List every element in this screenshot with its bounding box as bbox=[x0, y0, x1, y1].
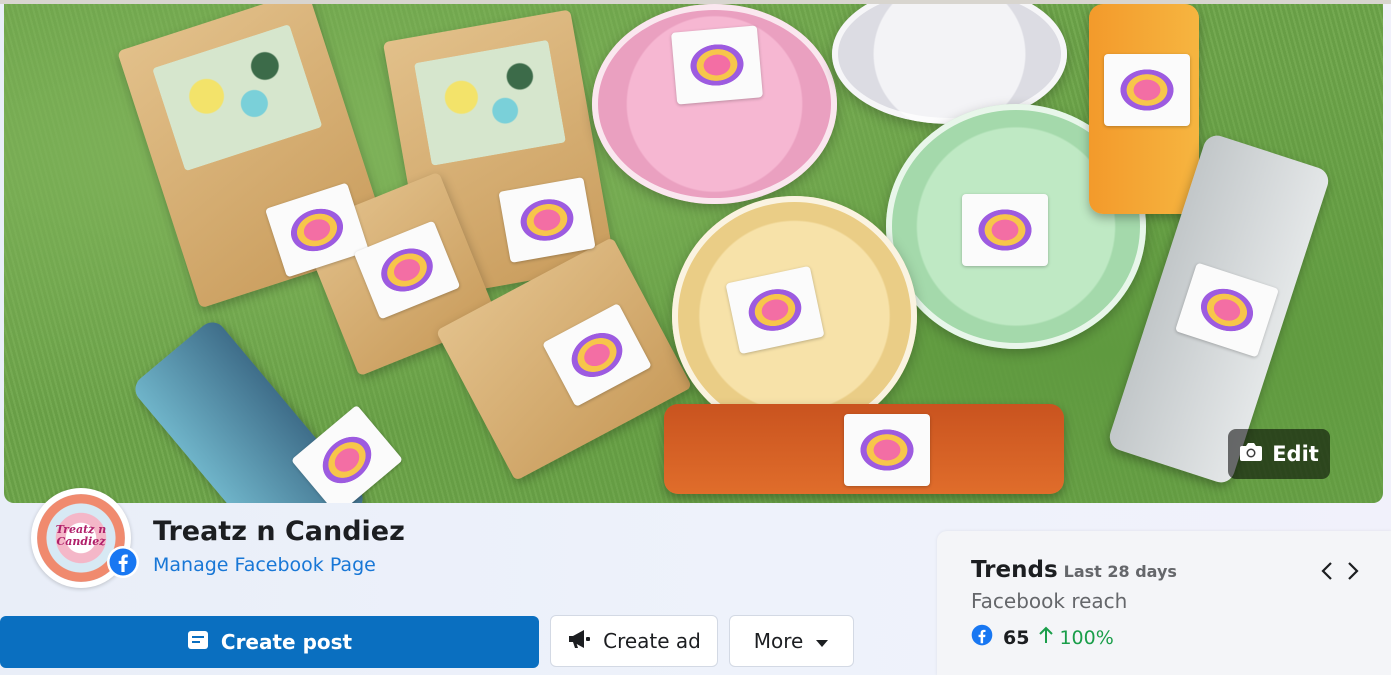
candy-label bbox=[671, 25, 763, 105]
chevron-left-icon[interactable] bbox=[1315, 559, 1339, 583]
caret-down-icon bbox=[815, 629, 829, 653]
facebook-icon bbox=[971, 624, 993, 651]
page-title: Treatz n Candiez bbox=[153, 516, 405, 547]
profile-avatar[interactable]: Treatz n Candiez bbox=[31, 488, 139, 588]
more-dropdown-button[interactable]: More bbox=[729, 615, 854, 667]
edit-cover-button[interactable]: Edit bbox=[1228, 429, 1330, 479]
create-post-label: Create post bbox=[220, 630, 353, 654]
camera-icon bbox=[1239, 441, 1263, 468]
trends-period: Last 28 days bbox=[1063, 562, 1177, 581]
candy-label bbox=[962, 194, 1048, 266]
megaphone-icon bbox=[567, 629, 591, 654]
more-label: More bbox=[753, 629, 804, 653]
trends-stat: 65 100% bbox=[971, 624, 1114, 651]
candy-label bbox=[1104, 54, 1190, 126]
candy-label bbox=[844, 414, 930, 486]
trends-title: Trends bbox=[971, 557, 1058, 583]
trends-heading: Trends Last 28 days bbox=[971, 557, 1177, 583]
create-ad-button[interactable]: Create ad bbox=[550, 615, 718, 667]
create-ad-label: Create ad bbox=[603, 629, 701, 653]
reach-change-value: 100% bbox=[1059, 626, 1114, 649]
create-post-button[interactable]: Create post bbox=[0, 616, 539, 668]
chevron-right-icon[interactable] bbox=[1341, 559, 1365, 583]
post-icon bbox=[187, 630, 209, 655]
avatar-logo-text: Treatz n Candiez bbox=[55, 523, 107, 548]
arrow-up-icon bbox=[1039, 626, 1054, 649]
cover-photo[interactable] bbox=[4, 4, 1383, 503]
reach-value: 65 bbox=[1003, 626, 1030, 649]
trends-metric-label: Facebook reach bbox=[971, 589, 1128, 613]
trends-card: Trends Last 28 days Facebook reach 65 100… bbox=[937, 531, 1391, 675]
manage-page-link[interactable]: Manage Facebook Page bbox=[153, 554, 376, 576]
facebook-badge-icon bbox=[107, 546, 139, 578]
candy-label bbox=[498, 177, 596, 263]
reach-change: 100% bbox=[1039, 626, 1114, 649]
edit-label: Edit bbox=[1272, 442, 1319, 466]
